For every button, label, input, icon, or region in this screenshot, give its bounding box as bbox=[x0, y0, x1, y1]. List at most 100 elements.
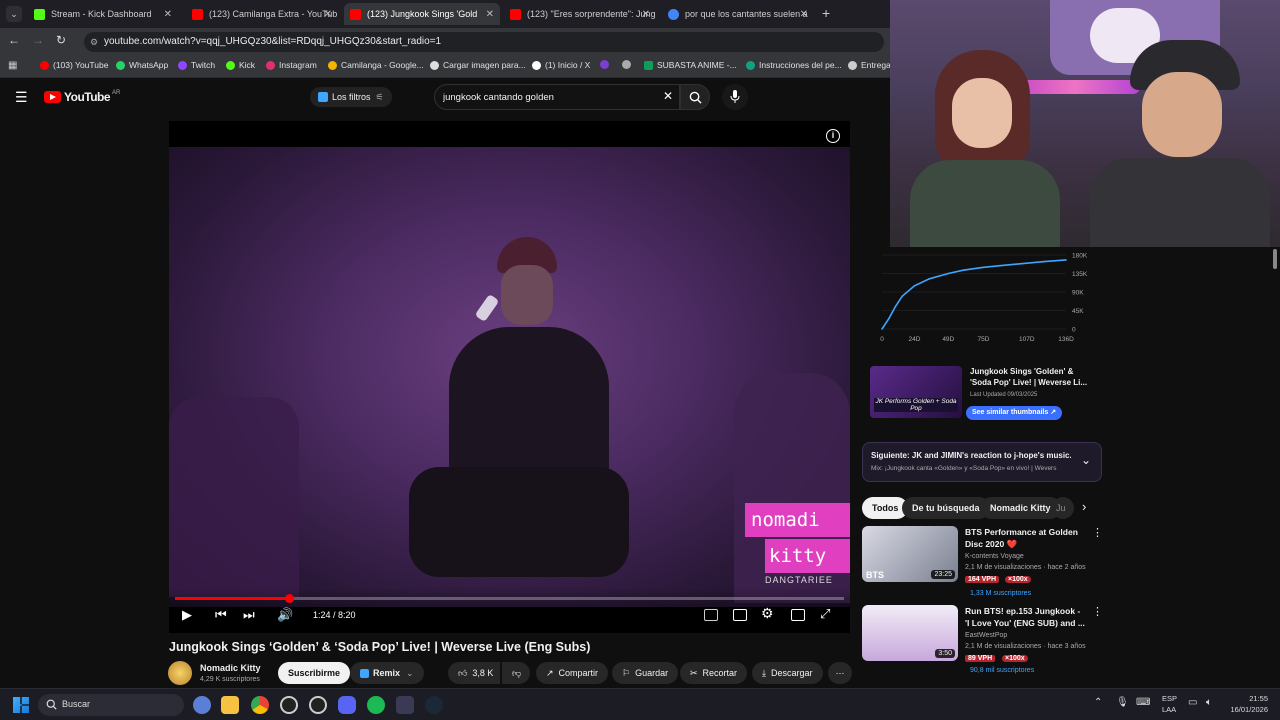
language-code[interactable]: ESP bbox=[1162, 694, 1177, 703]
scrollbar-thumb[interactable] bbox=[1273, 249, 1277, 269]
apps-icon[interactable]: ▦ bbox=[8, 60, 17, 71]
overlay-text-1: nomadi bbox=[745, 503, 850, 537]
tab-eres-sorprendente[interactable]: (123) "Eres sorprendente": Jung ✕ bbox=[504, 3, 656, 25]
bookmark-purple[interactable] bbox=[600, 60, 613, 69]
page-scrollbar[interactable] bbox=[1270, 247, 1280, 688]
url-input[interactable]: ⚙ youtube.com/watch?v=qqj_UHGQz30&list=R… bbox=[84, 32, 884, 52]
bookmark-label: Kick bbox=[239, 60, 256, 70]
tab-kick-dashboard[interactable]: Stream - Kick Dashboard ✕ bbox=[28, 3, 178, 25]
like-button[interactable]: 👍︎ 3,8 K bbox=[448, 662, 500, 684]
channel-avatar[interactable] bbox=[168, 661, 192, 685]
close-icon[interactable]: ✕ bbox=[486, 9, 494, 20]
discord-icon[interactable] bbox=[338, 696, 356, 714]
bookmark-instrucciones[interactable]: Instrucciones del pe... bbox=[746, 60, 842, 70]
obs-alt-icon[interactable] bbox=[309, 696, 327, 714]
chip-ju[interactable]: Ju bbox=[1052, 497, 1074, 519]
bookmark-x[interactable]: (1) Inicio / X bbox=[532, 60, 590, 70]
show-hidden-icons[interactable]: ⌃ bbox=[1094, 697, 1102, 708]
spotify-icon[interactable] bbox=[367, 696, 385, 714]
channel-name[interactable]: Nomadic Kitty bbox=[200, 663, 261, 673]
search-button[interactable] bbox=[680, 84, 710, 110]
chevron-down-icon[interactable]: ⌄ bbox=[1081, 453, 1091, 467]
keyboard-tray-icon[interactable]: ⌨ bbox=[1136, 697, 1150, 708]
microphone-tray-icon[interactable]: 🎙︎ bbox=[1116, 697, 1129, 708]
bookmark-youtube[interactable]: (103) YouTube bbox=[40, 60, 108, 70]
close-icon[interactable]: ✕ bbox=[164, 9, 172, 20]
tab-jungkook-sings[interactable]: (123) Jungkook Sings 'Gold ✕ bbox=[344, 3, 500, 25]
menu-icon[interactable]: ☰ bbox=[15, 89, 28, 106]
subtitles-icon[interactable] bbox=[733, 609, 747, 621]
bookmark-globe[interactable] bbox=[622, 60, 635, 69]
back-icon[interactable]: ← bbox=[8, 33, 20, 47]
bookmark-instagram[interactable]: Instagram bbox=[266, 60, 317, 70]
video-player[interactable]: nomadi kitty DANGTARIEE i ▶ ⏮ ⏭ 🔊 1:24 /… bbox=[169, 121, 850, 633]
site-info-icon[interactable]: ⚙ bbox=[90, 32, 98, 52]
iq-player-icon[interactable] bbox=[704, 609, 718, 621]
more-actions-button[interactable]: ⋯ bbox=[828, 662, 852, 684]
bookmark-entrega[interactable]: Entrega bbox=[848, 60, 891, 70]
chip-nomadic-kitty[interactable]: Nomadic Kitty bbox=[980, 497, 1061, 519]
new-tab-button[interactable]: + bbox=[822, 5, 830, 21]
next-title: Siguiente: JK and JIMIN's reaction to j-… bbox=[871, 451, 1071, 460]
bookmark-kick[interactable]: Kick bbox=[226, 60, 255, 70]
recommendation-item[interactable]: BTS 23:25 BTS Performance at Golden Disc… bbox=[862, 526, 1103, 600]
reload-icon[interactable]: ↻ bbox=[56, 33, 66, 47]
search-input[interactable] bbox=[443, 89, 653, 105]
info-icon[interactable]: i bbox=[826, 129, 840, 143]
bookmark-cargar-imagen[interactable]: Cargar imagen para... bbox=[430, 60, 526, 70]
steam-icon[interactable] bbox=[425, 696, 443, 714]
tab-google-search[interactable]: por que los cantantes suelen a ✕ bbox=[662, 3, 814, 25]
see-similar-thumbnails-button[interactable]: See similar thumbnails ↗ bbox=[966, 406, 1063, 420]
network-icon[interactable]: ▭ bbox=[1188, 697, 1197, 708]
bookmark-twitch[interactable]: Twitch bbox=[178, 60, 215, 70]
file-explorer-icon[interactable] bbox=[221, 696, 239, 714]
close-icon[interactable]: ✕ bbox=[642, 9, 650, 20]
volume-icon[interactable]: 🔊 bbox=[277, 607, 293, 623]
miniplayer-icon[interactable] bbox=[791, 609, 805, 621]
bookmark-whatsapp[interactable]: WhatsApp bbox=[116, 60, 168, 70]
volume-tray-icon[interactable]: 🔈︎ bbox=[1206, 697, 1212, 708]
copilot-icon[interactable] bbox=[193, 696, 211, 714]
youtube-logo[interactable]: YouTube AR bbox=[44, 90, 120, 104]
forward-icon[interactable]: → bbox=[32, 33, 44, 47]
clip-button[interactable]: ✂ Recortar bbox=[680, 662, 748, 684]
chrome-icon[interactable] bbox=[251, 696, 269, 714]
tab-camilanga-extra[interactable]: (123) Camilanga Extra - YouTub ✕ bbox=[186, 3, 338, 25]
next-in-mix-card[interactable]: Siguiente: JK and JIMIN's reaction to j-… bbox=[862, 442, 1102, 482]
bookmark-subasta[interactable]: SUBASTA ANIME -... bbox=[644, 60, 737, 70]
voice-search-button[interactable] bbox=[722, 84, 748, 110]
chevron-right-icon[interactable]: › bbox=[1082, 499, 1086, 514]
card-thumbnail: JK Performs Golden + Soda Pop bbox=[870, 366, 962, 418]
share-button[interactable]: ↗ Compartir bbox=[536, 662, 609, 684]
fullscreen-icon[interactable]: ⤢ bbox=[820, 606, 830, 622]
windows-start-icon[interactable] bbox=[13, 697, 29, 713]
download-button[interactable]: ⤓ Descargar bbox=[752, 662, 823, 684]
similar-thumbnail-card[interactable]: JK Performs Golden + Soda Pop Jungkook S… bbox=[862, 360, 1102, 430]
chip-de-tu-busqueda[interactable]: De tu búsqueda bbox=[902, 497, 990, 519]
subscribe-button[interactable]: Suscribirme bbox=[278, 662, 351, 684]
tab-search-button[interactable]: ⌄ bbox=[6, 6, 22, 22]
bookmark-camilanga[interactable]: Camilanga - Google... bbox=[328, 60, 424, 70]
remix-button[interactable]: Remix ⌄ bbox=[350, 662, 424, 684]
more-icon[interactable]: ⋮ bbox=[1092, 605, 1103, 618]
play-icon[interactable]: ▶ bbox=[182, 607, 192, 623]
chip-label: Nomadic Kitty bbox=[990, 503, 1051, 513]
progress-track[interactable] bbox=[175, 594, 844, 603]
filters-button[interactable]: Los filtros ⚟ bbox=[310, 87, 392, 107]
taskbar-search-box[interactable]: Buscar bbox=[38, 694, 184, 716]
recommendation-item[interactable]: 3:50 Run BTS! ep.153 Jungkook - 'I Love … bbox=[862, 605, 1103, 679]
obs-icon[interactable] bbox=[280, 696, 298, 714]
clock-time[interactable]: 21:55 bbox=[1232, 694, 1268, 703]
progress-scrubber[interactable] bbox=[284, 594, 294, 603]
close-icon[interactable]: ✕ bbox=[324, 9, 332, 20]
chart-point bbox=[962, 269, 964, 272]
clear-search-icon[interactable]: ✕ bbox=[663, 89, 673, 103]
save-button[interactable]: ⚐ Guardar bbox=[612, 662, 679, 684]
app-icon[interactable] bbox=[396, 696, 414, 714]
close-icon[interactable]: ✕ bbox=[800, 9, 808, 20]
more-icon[interactable]: ⋮ bbox=[1092, 526, 1103, 539]
next-icon[interactable]: ⏭ bbox=[243, 607, 255, 623]
settings-icon[interactable]: ⚙ bbox=[761, 605, 774, 622]
dislike-button[interactable]: 👎︎ bbox=[502, 662, 530, 684]
previous-icon[interactable]: ⏮ bbox=[215, 607, 227, 623]
